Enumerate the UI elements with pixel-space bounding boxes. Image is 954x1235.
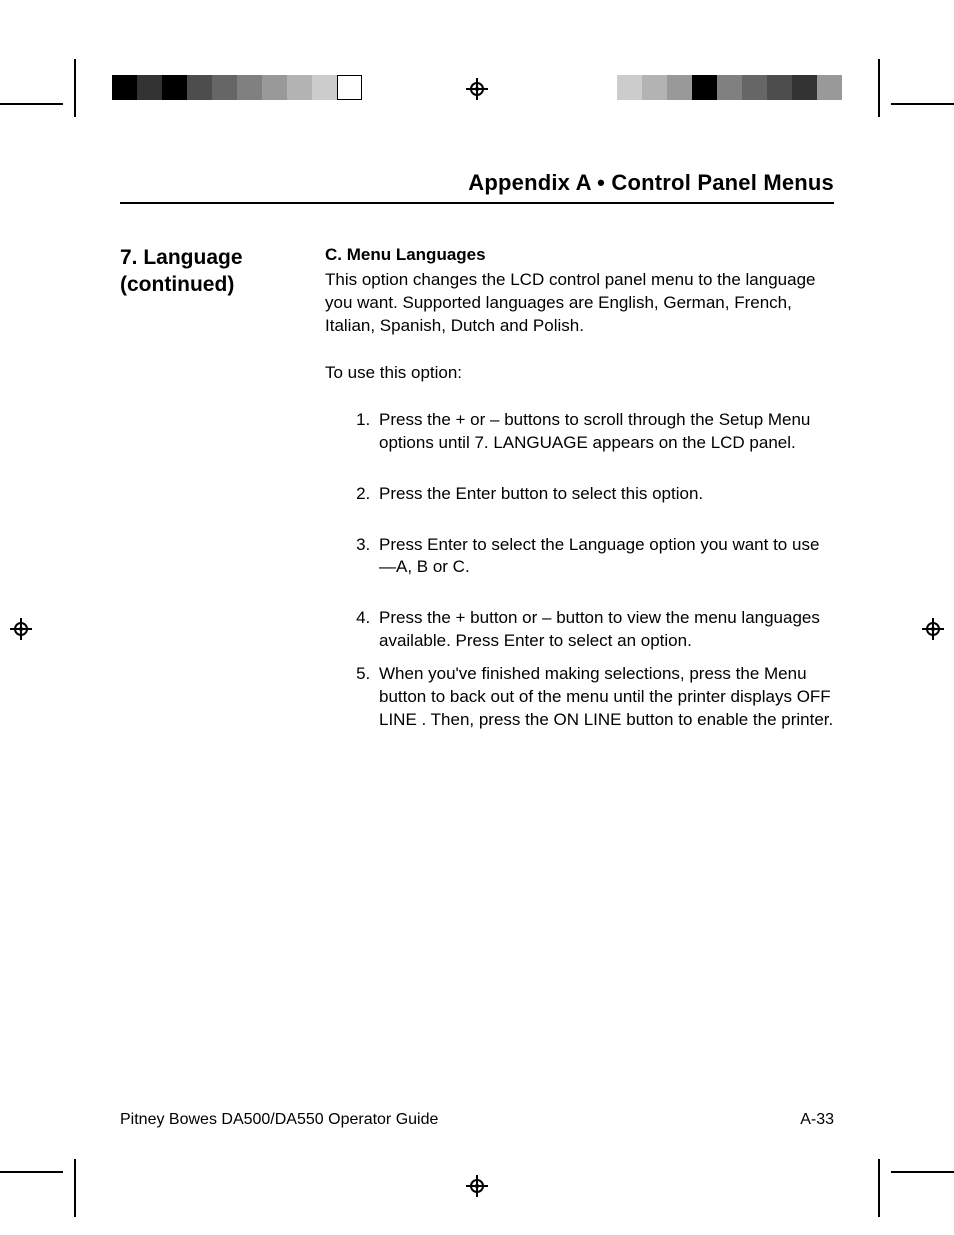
- section-number: 7. Language (continued): [120, 244, 325, 732]
- subheading: C. Menu Languages: [325, 244, 834, 267]
- page-content: Appendix A • Control Panel Menus 7. Lang…: [120, 170, 834, 1135]
- swatch: [187, 75, 212, 100]
- crop-mark: [878, 1159, 880, 1217]
- swatch: [287, 75, 312, 100]
- registration-mark-icon: [922, 618, 944, 640]
- crop-mark: [0, 1171, 63, 1173]
- crop-mark: [891, 103, 954, 105]
- swatch: [692, 75, 717, 100]
- swatch: [237, 75, 262, 100]
- swatch: [667, 75, 692, 100]
- steps-list: Press the + or – buttons to scroll throu…: [325, 409, 834, 732]
- swatch: [717, 75, 742, 100]
- swatch: [137, 75, 162, 100]
- intro-paragraph: This option changes the LCD control pane…: [325, 269, 834, 338]
- registration-mark-icon: [10, 618, 32, 640]
- swatch: [792, 75, 817, 100]
- swatch: [617, 75, 642, 100]
- step-item: When you've finished making selections, …: [375, 663, 834, 732]
- footer-page-number: A-33: [800, 1111, 834, 1129]
- registration-mark-icon: [466, 78, 488, 100]
- crop-mark: [891, 1171, 954, 1173]
- crop-mark: [74, 1159, 76, 1217]
- swatch: [212, 75, 237, 100]
- step-item: Press the + or – buttons to scroll throu…: [375, 409, 834, 455]
- swatch: [767, 75, 792, 100]
- lead-in: To use this option:: [325, 362, 834, 385]
- crop-mark: [74, 59, 76, 117]
- swatch: [817, 75, 842, 100]
- swatch: [642, 75, 667, 100]
- section-number-line2: (continued): [120, 271, 315, 298]
- crop-mark: [0, 103, 63, 105]
- color-bar-right: [617, 75, 842, 100]
- step-item: Press the + button or – button to view t…: [375, 607, 834, 653]
- page-footer: Pitney Bowes DA500/DA550 Operator Guide …: [120, 1111, 834, 1129]
- registration-mark-icon: [466, 1175, 488, 1197]
- section-body: C. Menu Languages This option changes th…: [325, 244, 834, 732]
- swatch: [112, 75, 137, 100]
- step-item: Press Enter to select the Language optio…: [375, 534, 834, 580]
- swatch-outline: [337, 75, 362, 100]
- swatch: [162, 75, 187, 100]
- crop-mark: [878, 59, 880, 117]
- swatch: [262, 75, 287, 100]
- section-number-line1: 7. Language: [120, 244, 315, 271]
- page-header: Appendix A • Control Panel Menus: [120, 170, 834, 204]
- swatch: [742, 75, 767, 100]
- swatch: [312, 75, 337, 100]
- step-item: Press the Enter button to select this op…: [375, 483, 834, 506]
- color-bar-left: [112, 75, 362, 100]
- footer-left: Pitney Bowes DA500/DA550 Operator Guide: [120, 1111, 438, 1129]
